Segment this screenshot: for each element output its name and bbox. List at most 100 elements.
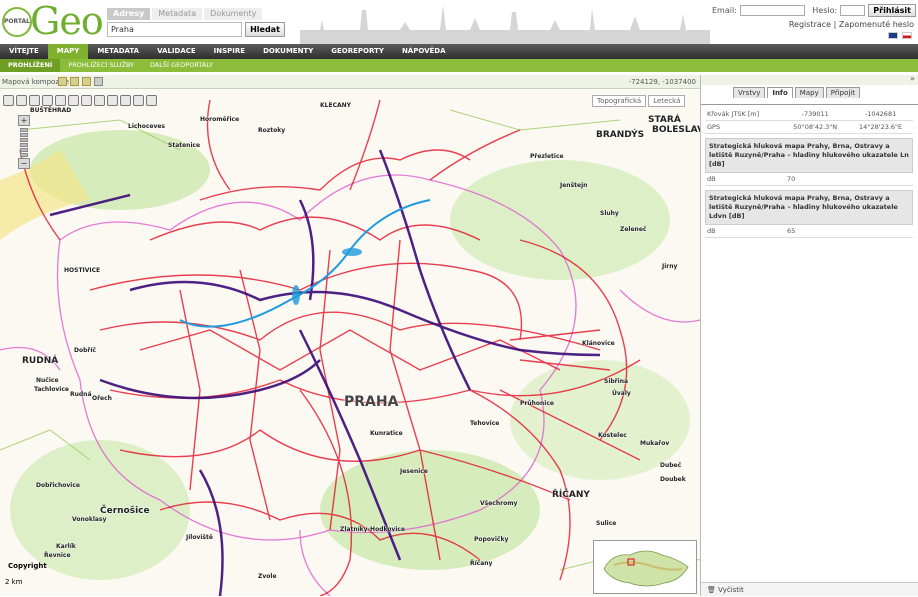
- register-link[interactable]: Registrace: [789, 20, 831, 29]
- forward-arrow-icon[interactable]: [68, 95, 79, 106]
- nav-validace[interactable]: VALIDACE: [148, 44, 205, 59]
- tab-mapy[interactable]: Mapy: [794, 87, 824, 98]
- password-field[interactable]: [840, 5, 866, 16]
- search-input[interactable]: [107, 22, 242, 37]
- tab-info[interactable]: Info: [767, 87, 793, 98]
- search-tab-dokumenty[interactable]: Dokumenty: [204, 8, 263, 20]
- pan-icon[interactable]: [3, 95, 14, 106]
- area-icon[interactable]: [94, 95, 105, 106]
- map-label: Kostelec: [598, 432, 627, 439]
- map-label: ŘÍČANY: [552, 490, 590, 500]
- map-label: Jirny: [662, 263, 678, 270]
- search-box: Adresy Metadata Dokumenty Hledat: [107, 8, 287, 40]
- back-arrow-icon[interactable]: [55, 95, 66, 106]
- map-label: Kunratice: [370, 430, 403, 437]
- zoom-level-step[interactable]: [20, 138, 28, 142]
- print-icon[interactable]: [94, 77, 103, 86]
- info-icon[interactable]: [42, 95, 53, 106]
- collapse-panel-icon[interactable]: »: [910, 74, 915, 83]
- link-separator: |: [833, 20, 837, 29]
- grid-icon[interactable]: [107, 95, 118, 106]
- zoom-in-icon[interactable]: +: [18, 115, 30, 126]
- map-coordinates: -724129, -1037400: [628, 78, 696, 86]
- clear-results-button[interactable]: 🗑 Vyčistit: [701, 582, 918, 596]
- result-value: 70: [785, 173, 913, 186]
- map-label: Karlík: [56, 543, 76, 550]
- zoom-level-step[interactable]: [20, 133, 28, 137]
- zoom-level-step[interactable]: [20, 143, 28, 147]
- zoom-out-icon[interactable]: −: [18, 158, 30, 169]
- search-tab-metadata[interactable]: Metadata: [152, 8, 203, 20]
- coord-y: -1042681: [848, 108, 913, 121]
- zoom-level-step[interactable]: [20, 148, 28, 152]
- nav-inspire[interactable]: INSPIRE: [205, 44, 254, 59]
- email-field[interactable]: [739, 5, 806, 16]
- clear-label: Vyčistit: [718, 586, 744, 594]
- basemap-switcher: Topografická Letecká: [592, 95, 686, 107]
- tab-pripojit[interactable]: Připojit: [825, 87, 860, 98]
- coord-x: -739011: [782, 108, 849, 121]
- overview-map[interactable]: [593, 540, 697, 594]
- nav-vitejte[interactable]: VÍTEJTE: [0, 44, 48, 59]
- map-label: KLECANY: [320, 102, 351, 109]
- subnav-prohlizeni[interactable]: PROHLÍŽENÍ: [0, 59, 61, 72]
- open-folder-icon[interactable]: [82, 77, 91, 86]
- map-label: Sibřina: [604, 378, 629, 385]
- help-icon[interactable]: [133, 95, 144, 106]
- map-label: Tehovice: [470, 420, 500, 427]
- map-label: Klánovice: [582, 340, 615, 347]
- search-button[interactable]: Hledat: [245, 22, 285, 37]
- map-label: Všechromy: [480, 500, 518, 507]
- map-canvas[interactable]: BUŠTĚHRAD KLECANY STARÁ BOLESLAV BRANDÝS…: [0, 90, 700, 596]
- basemap-topographic[interactable]: Topografická: [592, 95, 647, 107]
- map-label: Tachlovice: [34, 386, 69, 393]
- table-row: Křovák JTSK [m] -739011 -1042681: [705, 108, 913, 121]
- fullscreen-icon[interactable]: [146, 95, 157, 106]
- side-panel: » Vrstvy Info Mapy Připojit Křovák JTSK …: [700, 74, 918, 596]
- map-label: Nučice: [36, 377, 59, 384]
- coord-key: Křovák JTSK [m]: [705, 108, 783, 121]
- map-label: Popovičky: [474, 536, 509, 543]
- result-table: dB 70: [705, 173, 913, 186]
- forgot-password-link[interactable]: Zapomenuté heslo: [839, 20, 914, 29]
- subnav-prohlizeci-sluzby[interactable]: PROHLÍŽECÍ SLUŽBY: [60, 59, 142, 72]
- result-table: dB 65: [705, 225, 913, 238]
- scale-label: 2 km: [5, 578, 23, 586]
- new-composition-icon[interactable]: [58, 77, 67, 86]
- nav-dokumenty[interactable]: DOKUMENTY: [254, 44, 322, 59]
- subnav-dalsi-geoportaly[interactable]: DALŠÍ GEOPORTÁLY: [142, 59, 221, 72]
- tab-vrstvy[interactable]: Vrstvy: [733, 87, 766, 98]
- search-tab-adresy[interactable]: Adresy: [107, 8, 151, 20]
- zoom-control: + −: [18, 115, 32, 171]
- pin-icon[interactable]: [120, 95, 131, 106]
- map-label: BRANDÝS: [596, 130, 645, 140]
- map-label: Řevnice: [44, 552, 71, 559]
- save-composition-icon[interactable]: [70, 77, 79, 86]
- nav-georeporty[interactable]: GEOREPORTY: [322, 44, 393, 59]
- map-label: Roztoky: [258, 127, 286, 134]
- map-label: Jíloviště: [186, 534, 213, 541]
- header: PORTAL Geo Adresy Metadata Dokumenty Hle…: [0, 0, 918, 44]
- nav-napoveda[interactable]: NÁPOVĚDA: [393, 44, 455, 59]
- zoom-box-icon[interactable]: [16, 95, 27, 106]
- coordinates-table: Křovák JTSK [m] -739011 -1042681 GPS 50°…: [705, 108, 913, 134]
- panel-tabs: Vrstvy Info Mapy Připojit: [701, 85, 918, 105]
- login-button[interactable]: Přihlásit: [868, 4, 916, 17]
- zoom-level-step[interactable]: [20, 128, 28, 132]
- map-label: Jenštejn: [560, 182, 588, 189]
- copyright-text[interactable]: Copyright: [8, 562, 47, 570]
- result-header: Strategická hluková mapa Prahy, Brna, Os…: [705, 190, 913, 225]
- flag-cz-icon[interactable]: [902, 32, 912, 39]
- measure-icon[interactable]: [81, 95, 92, 106]
- zoom-out-box-icon[interactable]: [29, 95, 40, 106]
- table-row: GPS 50°08'42.3"N 14°28'23.6"E: [705, 120, 913, 134]
- basemap-aerial[interactable]: Letecká: [648, 95, 686, 107]
- map-label: Horoměřice: [200, 116, 240, 123]
- flag-uk-icon[interactable]: [888, 32, 898, 39]
- portal-geo-logo[interactable]: PORTAL Geo: [2, 0, 104, 43]
- map-tools: [3, 95, 157, 106]
- nav-metadata[interactable]: METADATA: [88, 44, 148, 59]
- nav-mapy[interactable]: MAPY: [47, 44, 89, 59]
- zoom-level-step[interactable]: [20, 153, 28, 157]
- czech-overview-graphic: [603, 550, 689, 587]
